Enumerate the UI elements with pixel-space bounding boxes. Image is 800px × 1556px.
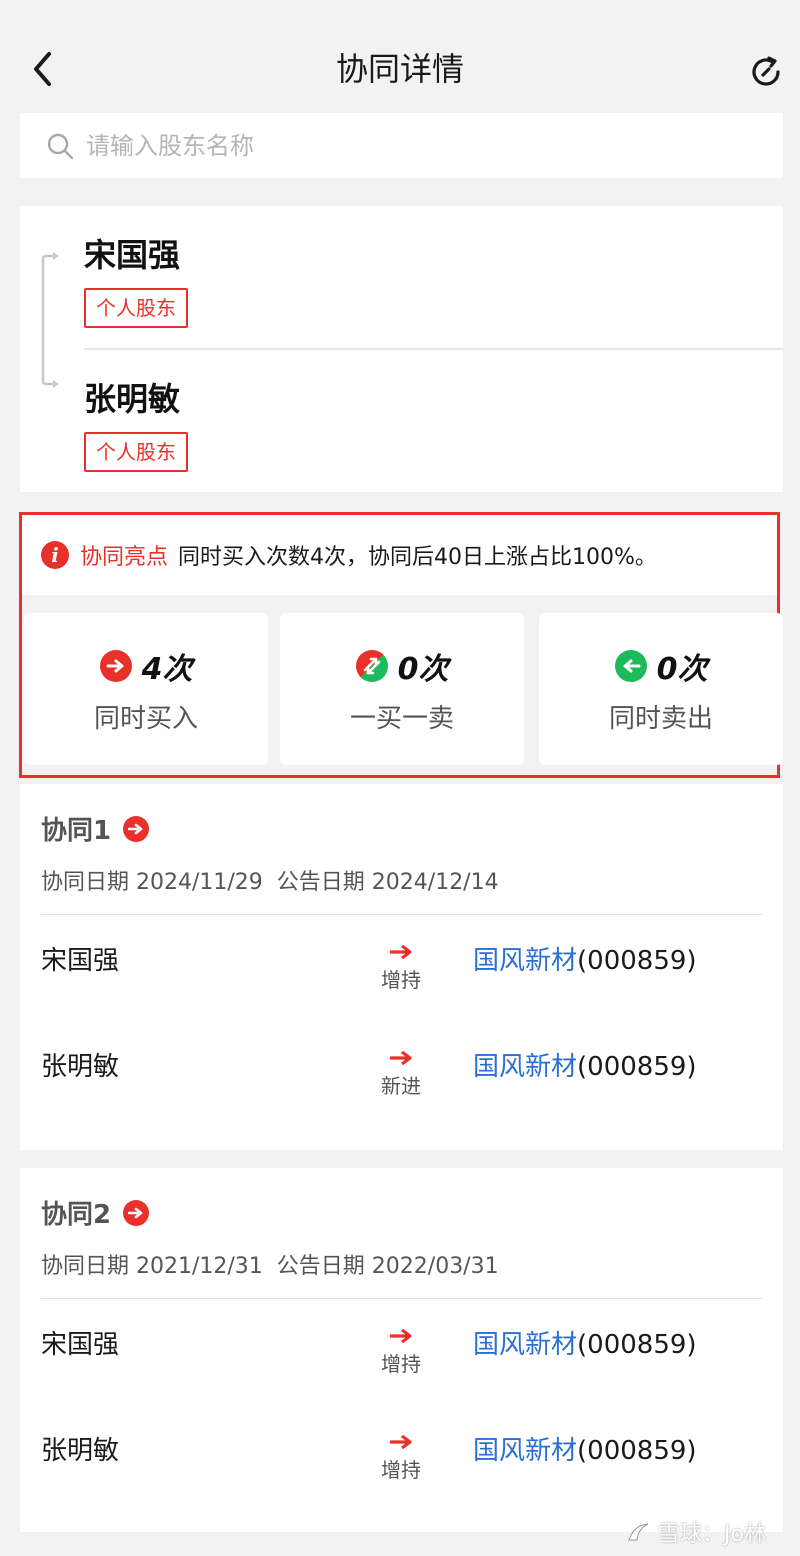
page-title: 协同详情 xyxy=(335,50,464,88)
row-action: 新进 xyxy=(379,1050,423,1099)
arrow-left-circle-icon xyxy=(614,649,647,682)
table-row: 张明敏 新进 国风新材(000859) xyxy=(41,1046,763,1126)
snowball-logo-icon xyxy=(628,1523,649,1541)
arrow-right-circle-icon xyxy=(123,815,150,842)
holder-name: 张明敏 xyxy=(84,380,181,418)
search-icon xyxy=(47,133,74,159)
stock-link[interactable]: 国风新材(000859) xyxy=(473,1430,697,1467)
synergy-group-card: 协同1 协同日期 2024/11/29 公告日期 2024/12/14 宋国强 增… xyxy=(20,784,783,1150)
stat-label: 一买一卖 xyxy=(349,703,454,734)
arrow-right-icon xyxy=(390,1328,412,1344)
search-input[interactable] xyxy=(86,131,686,160)
group-dates: 协同日期 2021/12/31 公告日期 2022/03/31 xyxy=(41,1248,499,1280)
stock-code: (000859) xyxy=(577,946,697,976)
stock-code: (000859) xyxy=(577,1330,697,1360)
group-title-text: 协同2 xyxy=(41,1200,112,1230)
link-bracket-icon xyxy=(41,252,59,388)
arrow-right-circle-icon xyxy=(99,649,132,682)
arrow-right-circle-icon xyxy=(123,1199,150,1226)
stat-count: 4次 xyxy=(141,651,193,687)
holders-card: 宋国强 个人股东 张明敏 个人股东 xyxy=(20,206,783,492)
holder-name: 张明敏 xyxy=(41,1052,120,1082)
divider xyxy=(41,914,763,915)
divider xyxy=(41,1298,763,1299)
group-title[interactable]: 协同1 xyxy=(41,810,150,847)
row-action: 增持 xyxy=(379,1434,423,1483)
group-title-text: 协同1 xyxy=(41,816,112,846)
search-bar xyxy=(20,113,783,178)
refresh-icon xyxy=(752,56,780,86)
table-row: 宋国强 增持 国风新材(000859) xyxy=(41,1324,763,1404)
stock-code: (000859) xyxy=(577,1436,697,1466)
info-icon: i xyxy=(41,541,69,569)
refresh-button[interactable] xyxy=(744,50,788,94)
synergy-date: 协同日期 2021/12/31 xyxy=(41,1254,263,1279)
top-bar: 协同详情 xyxy=(0,0,800,112)
arrow-right-icon xyxy=(390,1434,412,1450)
stock-name[interactable]: 国风新材 xyxy=(473,1052,577,1082)
synergy-date: 协同日期 2024/11/29 xyxy=(41,870,263,895)
stock-name[interactable]: 国风新材 xyxy=(473,946,577,976)
buy-sell-split-icon xyxy=(355,649,388,682)
stat-buy-sell[interactable]: 0次 一买一卖 xyxy=(280,613,524,765)
synergy-group-card: 协同2 协同日期 2021/12/31 公告日期 2022/03/31 宋国强 增… xyxy=(20,1168,783,1532)
stock-name[interactable]: 国风新材 xyxy=(473,1330,577,1360)
announce-date: 公告日期 2024/12/14 xyxy=(276,870,499,895)
stat-count: 0次 xyxy=(397,651,449,687)
stat-buy-together[interactable]: 4次 同时买入 xyxy=(24,613,268,765)
holder-item[interactable]: 宋国强 个人股东 xyxy=(84,230,188,328)
action-label: 增持 xyxy=(381,1352,421,1376)
highlight-label: 协同亮点 xyxy=(80,545,169,570)
holder-item[interactable]: 张明敏 个人股东 xyxy=(84,374,188,472)
announce-date: 公告日期 2022/03/31 xyxy=(276,1254,499,1279)
divider xyxy=(84,348,783,350)
stat-count: 0次 xyxy=(656,651,708,687)
highlight-text: 同时买入次数4次，协同后40日上涨占比100%。 xyxy=(178,545,657,570)
action-label: 增持 xyxy=(381,968,421,992)
holder-name: 张明敏 xyxy=(41,1436,120,1466)
stat-label: 同时买入 xyxy=(93,703,198,734)
stock-name[interactable]: 国风新材 xyxy=(473,1436,577,1466)
watermark-text: 雪球：Jo林 xyxy=(658,1522,766,1547)
stock-code: (000859) xyxy=(577,1052,697,1082)
stat-sell-together[interactable]: 0次 同时卖出 xyxy=(539,613,783,765)
synergy-highlight-line: i 协同亮点 同时买入次数4次，协同后40日上涨占比100%。 xyxy=(22,515,777,595)
row-action: 增持 xyxy=(379,1328,423,1377)
stat-label: 同时卖出 xyxy=(608,703,713,734)
holder-name: 宋国强 xyxy=(41,1330,120,1360)
holder-name: 宋国强 xyxy=(41,946,120,976)
holder-name: 宋国强 xyxy=(84,236,181,274)
holder-type-badge: 个人股东 xyxy=(84,288,188,328)
group-dates: 协同日期 2024/11/29 公告日期 2024/12/14 xyxy=(41,864,499,896)
stock-link[interactable]: 国风新材(000859) xyxy=(473,940,697,977)
arrow-right-icon xyxy=(390,944,412,960)
arrow-right-icon xyxy=(390,1050,412,1066)
synergy-highlight-section: i 协同亮点 同时买入次数4次，协同后40日上涨占比100%。 4次 同时买入 … xyxy=(19,512,783,778)
table-row: 张明敏 增持 国风新材(000859) xyxy=(41,1430,763,1510)
stock-link[interactable]: 国风新材(000859) xyxy=(473,1324,697,1361)
action-label: 新进 xyxy=(381,1074,421,1098)
row-action: 增持 xyxy=(379,944,423,993)
stock-link[interactable]: 国风新材(000859) xyxy=(473,1046,697,1083)
table-row: 宋国强 增持 国风新材(000859) xyxy=(41,940,763,1020)
watermark: 雪球：Jo林 xyxy=(626,1516,766,1548)
group-title[interactable]: 协同2 xyxy=(41,1194,150,1231)
holder-type-badge: 个人股东 xyxy=(84,432,188,472)
action-label: 增持 xyxy=(381,1458,421,1482)
